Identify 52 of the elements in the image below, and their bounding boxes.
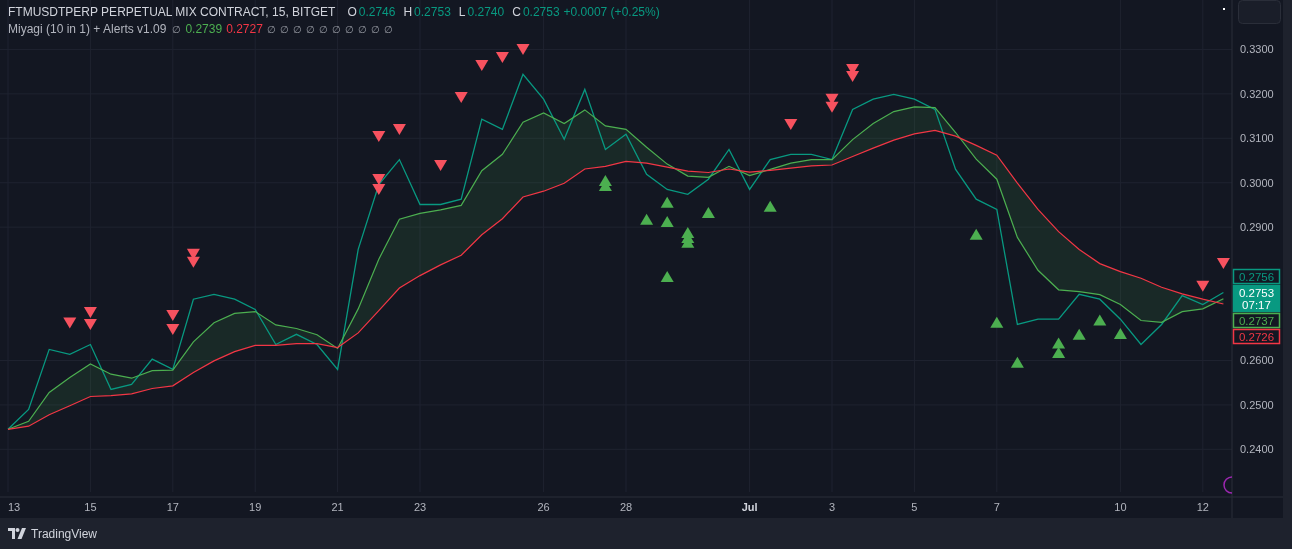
ohlc-label: O [347,5,357,19]
price-tag: 0.2726 [1232,328,1281,345]
time-axis-label: 13 [8,501,21,513]
ohlc-value: 0.2746 [358,5,396,19]
time-axis-label: 3 [828,501,836,513]
empty-value-icon: ∅ [344,24,354,35]
price-axis-label: 0.2400 [1240,443,1274,456]
ohlc-label: L [458,5,466,19]
ohlc-value: 0.2740 [467,5,505,19]
price-axis-label: 0.3100 [1240,132,1274,145]
time-axis-label: 23 [413,501,427,513]
price-tag: 0.2756 [1232,268,1281,285]
price-axis-label: 0.2600 [1240,354,1274,367]
empty-value-icon: ∅ [331,24,341,35]
price-axis-label: 0.2900 [1240,221,1274,234]
price-axis-label: 0.2500 [1240,398,1274,411]
empty-value-icon: ∅ [172,24,182,35]
brand-name: TradingView [31,526,98,541]
empty-value-icon: ∅ [383,24,393,35]
empty-value-icon: ∅ [370,24,380,35]
empty-value-icon: ∅ [357,24,367,35]
time-axis-label: 26 [537,501,550,513]
time-axis-label: 17 [166,501,179,513]
ohlc-value: 0.2753 [414,5,451,19]
price-axis-label: 0.3000 [1240,176,1274,189]
price-tag: 0.2737 [1232,312,1281,329]
empty-value-icon: ∅ [292,24,302,35]
time-axis-label: 5 [911,501,918,513]
price-axis-label: 0.3300 [1240,43,1274,56]
ohlc-value: 0.2753 [522,5,560,19]
time-axis-label: 12 [1196,501,1209,513]
indicator-value: 0.2739 [185,22,223,36]
indicator-value: 0.2727 [226,22,263,36]
time-axis-label: 19 [249,501,262,513]
logo-icon [8,528,26,539]
ohlc-label: C [512,5,521,19]
time-axis-label: 21 [331,501,344,513]
empty-value-icon: ∅ [279,24,289,35]
change-value: +0.0007 (+0.25%) [563,5,660,19]
indicator-name: Miyagi (10 in 1) + Alerts v1.09 [8,22,167,36]
time-axis-label: 28 [619,501,633,513]
ohlc-label: H [403,5,413,19]
time-axis-label: 10 [1114,501,1127,513]
time-axis-label: 7 [993,501,1000,513]
time-axis-label: Jul [741,501,758,513]
price-tag: 0.2753 07:17 [1232,284,1281,313]
empty-value-icon: ∅ [266,24,276,35]
time-axis-label: 15 [84,501,97,513]
price-axis-label: 0.3200 [1240,87,1274,100]
empty-value-icon: ∅ [305,24,315,35]
empty-value-icon: ∅ [318,24,328,35]
symbol-title: FTMUSDTPERP PERPETUAL MIX CONTRACT, 15, BITGET [8,5,336,19]
